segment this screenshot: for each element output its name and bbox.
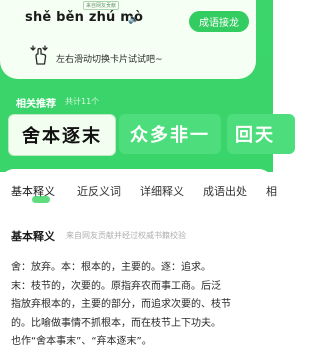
definition-line: 舍：放弃。本：根本的，主要的。逐：追求。 [11,262,211,273]
recommend-idiom-card[interactable]: 舍本逐末 [8,114,116,156]
tab-basic-meaning[interactable]: 基本释义 [11,183,55,199]
tab-synonyms-antonyms[interactable]: 近反义词 [77,183,121,199]
tab-more[interactable]: 相 [266,183,277,199]
definition-line: 末：枝节的，次要的。原指弃农而事工商。后泛 [11,280,221,292]
idiom-chain-button[interactable]: 成语接龙 [189,11,249,32]
tab-detailed-meaning[interactable]: 详细释义 [140,183,184,199]
swipe-hand-icon [30,45,48,65]
recommend-title: 相关推荐 [16,99,56,110]
recommend-count: 共计11个 [65,97,100,106]
recommend-idiom-card[interactable]: 众多非一 [119,114,221,154]
tab-idiom-source[interactable]: 成语出处 [203,183,247,199]
recommend-idiom-card[interactable]: 回天 [227,114,295,154]
swipe-hint-text: 左右滑动切换卡片试试吧~ [56,55,163,65]
definition-line: 指放弃根本的，主要的部分，而追求次要的、枝节 [11,299,231,310]
definition-text: 舍：放弃。本：根本的，主要的。逐：追求。 末：枝节的，次要的。原指弃农而事工商。… [11,259,269,352]
section-title: 基本释义 [11,230,55,243]
speaker-icon[interactable]: 🔈 [128,15,139,25]
section-source-note: 来自网友贡献并经过权威书籍校验 [66,231,186,240]
detail-tabs: 基本释义 近反义词 详细释义 成语出处 相 [0,183,277,203]
definition-line: 也作“舍本事末”、“弃本逐末”。 [11,336,152,347]
definition-line: 的。比喻做事情不抓根本，而在枝节上下功夫。 [11,317,221,329]
pinyin-text: shě běn zhú mò [25,10,144,25]
source-badge: 来自网友贡献 [83,1,120,10]
pronunciation-card: 来自网友贡献 shě běn zhú mò 🔈 成语接龙 左右滑动切换卡片试试吧… [0,0,256,79]
